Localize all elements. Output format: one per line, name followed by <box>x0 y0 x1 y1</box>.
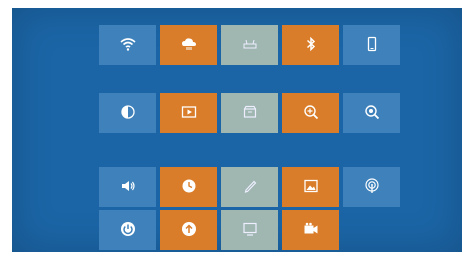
tile-sound[interactable] <box>99 167 156 207</box>
tile-display-mode[interactable] <box>99 93 156 133</box>
picture-frame-icon <box>303 179 318 193</box>
power-icon <box>120 222 135 236</box>
tile-upgrade[interactable] <box>160 210 217 250</box>
tile-cloud-network[interactable] <box>160 25 217 65</box>
upload-arrow-icon <box>181 222 196 236</box>
tile-clock[interactable] <box>160 167 217 207</box>
tile-video-play[interactable] <box>160 93 217 133</box>
tile-zoom-in[interactable] <box>282 93 339 133</box>
display-half-icon <box>120 105 135 119</box>
speaker-icon <box>121 181 135 191</box>
zoom-in-icon <box>303 105 318 120</box>
monitor-icon <box>242 222 257 236</box>
router-icon <box>243 39 256 49</box>
tile-storage[interactable] <box>221 93 278 133</box>
video-play-icon <box>181 106 196 118</box>
tile-router[interactable] <box>221 25 278 65</box>
tile-bluetooth[interactable] <box>282 25 339 65</box>
tile-phone-device[interactable] <box>343 25 400 65</box>
phone-device-icon <box>367 36 376 52</box>
tile-wifi[interactable] <box>99 25 156 65</box>
tile-pen[interactable] <box>221 167 278 207</box>
storage-box-icon <box>243 105 256 118</box>
pen-icon <box>244 180 256 193</box>
broadcast-icon <box>364 178 379 193</box>
tile-magnifier[interactable] <box>343 93 400 133</box>
tile-picture-frame[interactable] <box>282 167 339 207</box>
clock-icon <box>182 179 195 193</box>
tile-power[interactable] <box>99 210 156 250</box>
wifi-icon <box>119 38 136 51</box>
magnifier-icon <box>364 105 379 120</box>
tile-broadcast[interactable] <box>343 167 400 207</box>
video-camera-icon <box>304 222 317 234</box>
cloud-network-icon <box>181 38 196 50</box>
bluetooth-icon <box>306 36 315 52</box>
tile-video-camera[interactable] <box>282 210 339 250</box>
tv-settings-screen <box>12 8 462 252</box>
tile-monitor[interactable] <box>221 210 278 250</box>
